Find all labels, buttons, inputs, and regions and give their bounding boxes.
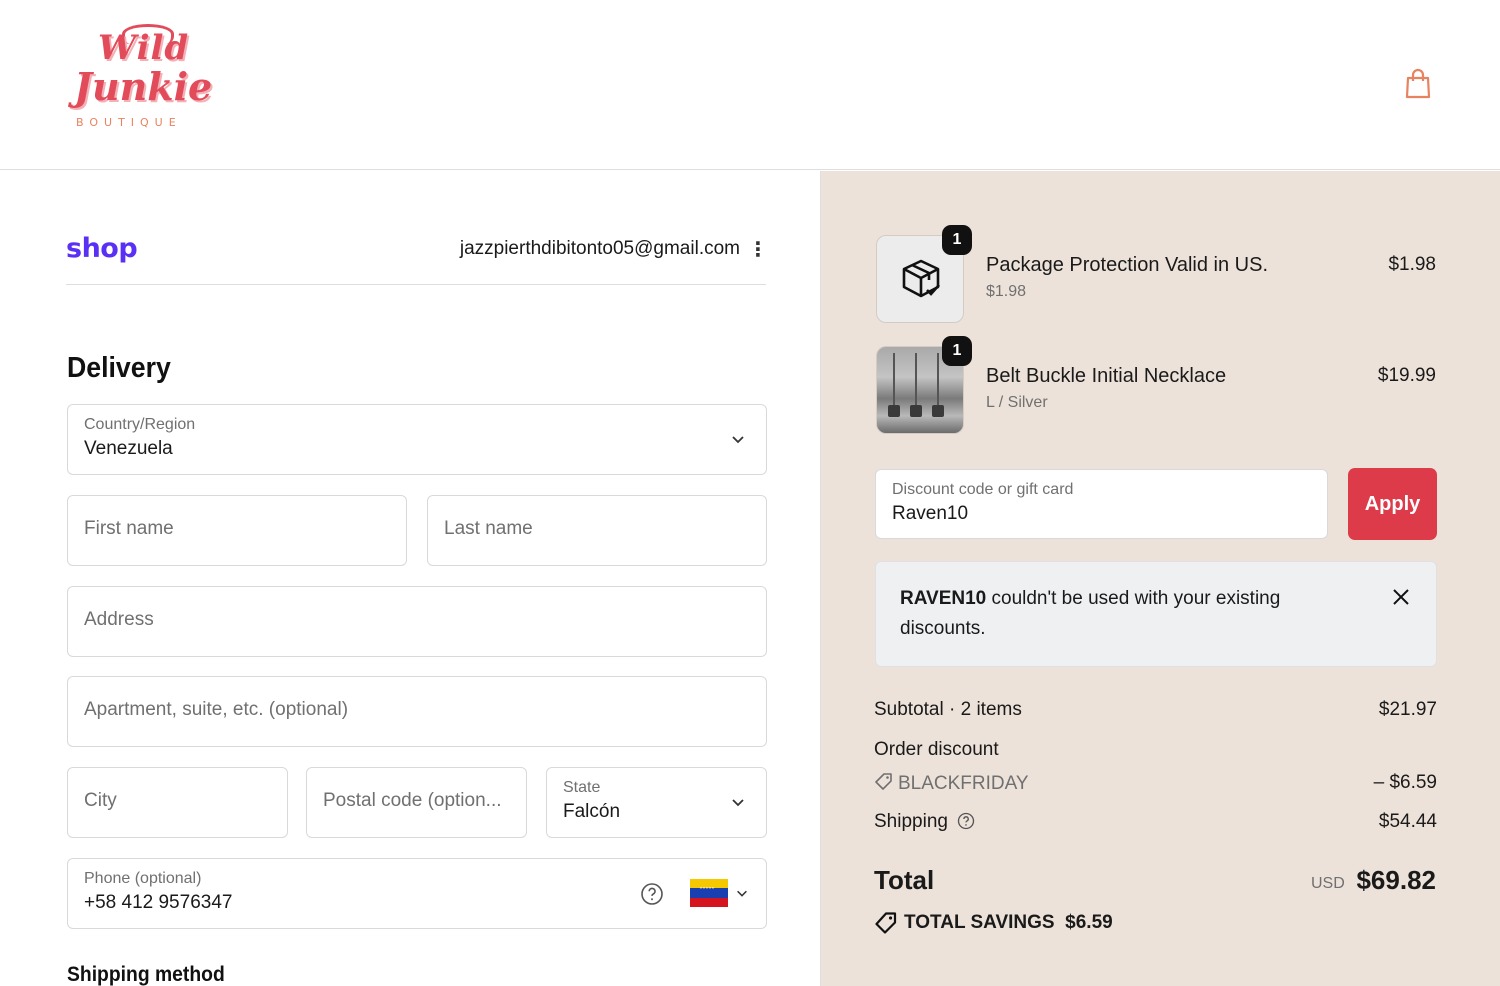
order-discount-row: Order discount bbox=[874, 739, 1437, 761]
help-circle-icon[interactable] bbox=[640, 882, 664, 906]
phone-label: Phone (optional) bbox=[84, 870, 202, 887]
item-title: Belt Buckle Initial Necklace bbox=[986, 365, 1227, 387]
country-select[interactable]: Country/Region Venezuela bbox=[67, 404, 767, 475]
notice-message: RAVEN10 couldn't be used with your exist… bbox=[900, 584, 1340, 644]
quantity-badge: 1 bbox=[942, 336, 972, 366]
notice-code: RAVEN10 bbox=[900, 588, 987, 609]
address-placeholder: Address bbox=[84, 609, 154, 630]
city-placeholder: City bbox=[84, 790, 117, 811]
last-name-placeholder: Last name bbox=[444, 518, 533, 539]
discount-code-row: BLACKFRIDAY – $6.59 bbox=[874, 772, 1437, 795]
total-label: Total bbox=[874, 865, 935, 895]
total-value: $69.82 bbox=[1356, 865, 1436, 895]
logo-line-2: Junkie bbox=[74, 64, 213, 109]
venezuela-flag-icon[interactable] bbox=[690, 879, 728, 907]
discount-error-notice: RAVEN10 couldn't be used with your exist… bbox=[875, 561, 1437, 667]
shop-pay-logo[interactable]: shop bbox=[66, 233, 138, 264]
subtotal-value: $21.97 bbox=[1378, 699, 1437, 720]
tag-icon bbox=[875, 912, 897, 934]
phone-value: +58 412 9576347 bbox=[84, 892, 233, 913]
chevron-down-icon bbox=[732, 436, 744, 444]
item-title: Package Protection Valid in US. bbox=[986, 254, 1269, 276]
city-field[interactable]: City bbox=[67, 767, 288, 838]
logo-line-1: Wild bbox=[98, 28, 190, 68]
total-savings: TOTAL SAVINGS $6.59 bbox=[874, 911, 1113, 935]
logo-line-3: BOUTIQUE bbox=[76, 116, 182, 129]
line-item: 1 Package Protection Valid in US. $1.98 … bbox=[876, 225, 1436, 325]
shipping-row: Shipping $54.44 bbox=[874, 811, 1437, 833]
delivery-title: Delivery bbox=[67, 352, 171, 384]
country-label: Country/Region bbox=[84, 416, 196, 433]
kebab-menu-icon[interactable]: ⋮ bbox=[748, 239, 768, 263]
total-currency: USD bbox=[1311, 875, 1345, 892]
help-circle-icon[interactable] bbox=[957, 812, 975, 830]
discount-label: Discount code or gift card bbox=[892, 481, 1074, 498]
item-variant: L / Silver bbox=[986, 394, 1048, 411]
tag-icon bbox=[875, 773, 892, 790]
postal-code-placeholder: Postal code (option... bbox=[323, 790, 502, 811]
apply-button[interactable]: Apply bbox=[1348, 468, 1437, 540]
chevron-down-icon[interactable] bbox=[735, 886, 749, 900]
order-discount-label: Order discount bbox=[874, 739, 999, 760]
item-price: $19.99 bbox=[1377, 365, 1436, 386]
discount-code: BLACKFRIDAY bbox=[898, 773, 1029, 794]
savings-label: TOTAL SAVINGS bbox=[904, 912, 1055, 934]
phone-field[interactable]: Phone (optional) +58 412 9576347 bbox=[67, 858, 767, 929]
site-header: Wild Junkie BOUTIQUE bbox=[0, 0, 1500, 170]
discount-code-input[interactable]: Discount code or gift card Raven10 bbox=[875, 469, 1328, 539]
quantity-badge: 1 bbox=[942, 225, 972, 255]
cart-button[interactable] bbox=[1403, 68, 1433, 100]
item-subtitle: $1.98 bbox=[986, 283, 1027, 300]
item-price: $1.98 bbox=[1388, 254, 1436, 275]
discount-amount: – $6.59 bbox=[1373, 772, 1437, 793]
account-email: jazzpierthdibitonto05@gmail.com bbox=[459, 238, 740, 259]
apartment-placeholder: Apartment, suite, etc. (optional) bbox=[84, 699, 349, 720]
order-summary: 1 Package Protection Valid in US. $1.98 … bbox=[820, 171, 1500, 986]
subtotal-label: Subtotal · 2 items bbox=[874, 699, 1022, 720]
last-name-field[interactable]: Last name bbox=[427, 495, 767, 566]
checkout-form: shop jazzpierthdibitonto05@gmail.com ⋮ D… bbox=[0, 171, 820, 986]
state-value: Falcón bbox=[563, 801, 621, 822]
postal-code-field[interactable]: Postal code (option... bbox=[306, 767, 527, 838]
discount-value: Raven10 bbox=[892, 503, 969, 524]
store-logo[interactable]: Wild Junkie BOUTIQUE bbox=[62, 24, 212, 140]
close-icon[interactable] bbox=[1392, 588, 1410, 606]
apartment-field[interactable]: Apartment, suite, etc. (optional) bbox=[67, 676, 767, 747]
first-name-placeholder: First name bbox=[84, 518, 174, 539]
country-value: Venezuela bbox=[84, 438, 173, 459]
divider bbox=[66, 284, 766, 285]
subtotal-row: Subtotal · 2 items $21.97 bbox=[874, 699, 1437, 721]
chevron-down-icon bbox=[732, 799, 744, 807]
line-item: 1 Belt Buckle Initial Necklace L / Silve… bbox=[876, 336, 1436, 436]
state-label: State bbox=[563, 779, 601, 796]
shipping-method-title: Shipping method bbox=[67, 963, 225, 986]
shipping-label: Shipping bbox=[874, 811, 948, 832]
address-field[interactable]: Address bbox=[67, 586, 767, 657]
shopping-bag-icon bbox=[1405, 68, 1431, 99]
savings-value: $6.59 bbox=[1065, 912, 1113, 934]
state-select[interactable]: State Falcón bbox=[546, 767, 767, 838]
shipping-value: $54.44 bbox=[1378, 811, 1437, 832]
first-name-field[interactable]: First name bbox=[67, 495, 407, 566]
